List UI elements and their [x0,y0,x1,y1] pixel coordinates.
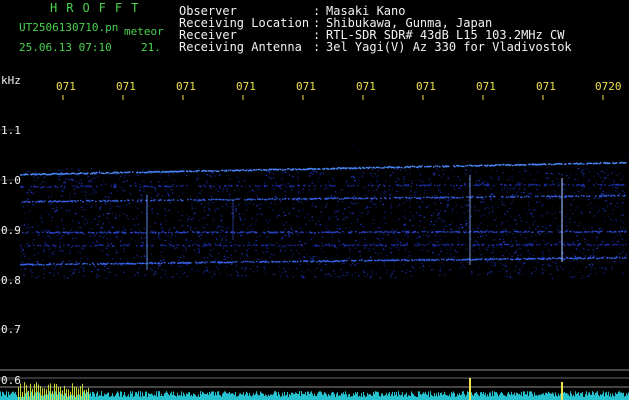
y-tick-marks [0,129,18,381]
antenna-label: Receiving Antenna [179,40,302,54]
x-tick-label: 0720 [595,80,622,93]
x-tick-label: 071 [296,80,316,93]
y-tick-label: 0.6 [1,374,21,387]
meteor-streaks [146,175,563,270]
x-tick-marks [62,95,604,100]
filename-label: UT2506130710.pn [19,21,119,34]
x-tick-label: 071 [176,80,196,93]
y-axis-unit: kHz [1,74,21,87]
x-tick-label: 071 [356,80,376,93]
datetime-number: 21. [141,41,161,54]
x-tick-label: 071 [416,80,436,93]
spectrogram-window: HROFFT UT2506130710.pn meteor 25.06.13 0… [0,0,629,400]
spectrogram-plot [0,95,629,400]
brand-label: HROFFT [50,1,148,15]
x-tick-label: 071 [536,80,556,93]
x-tick-label: 071 [476,80,496,93]
x-tick-label: 071 [116,80,136,93]
antenna-colon: : [313,40,321,54]
level-meter [0,369,629,400]
datetime-label: 25.06.13 07:10 [19,41,112,54]
signal-lines [20,161,627,266]
y-tick-label: 0.7 [1,323,21,336]
y-tick-label: 0.8 [1,274,21,287]
y-tick-label: 1.1 [1,124,21,137]
tag-label: meteor [124,25,164,38]
x-tick-label: 071 [56,80,76,93]
x-tick-label: 071 [236,80,256,93]
y-tick-label: 0.9 [1,224,21,237]
y-tick-label: 1.0 [1,174,21,187]
antenna-value: 3el Yagi(V) Az 330 for Vladivostok [326,40,572,54]
